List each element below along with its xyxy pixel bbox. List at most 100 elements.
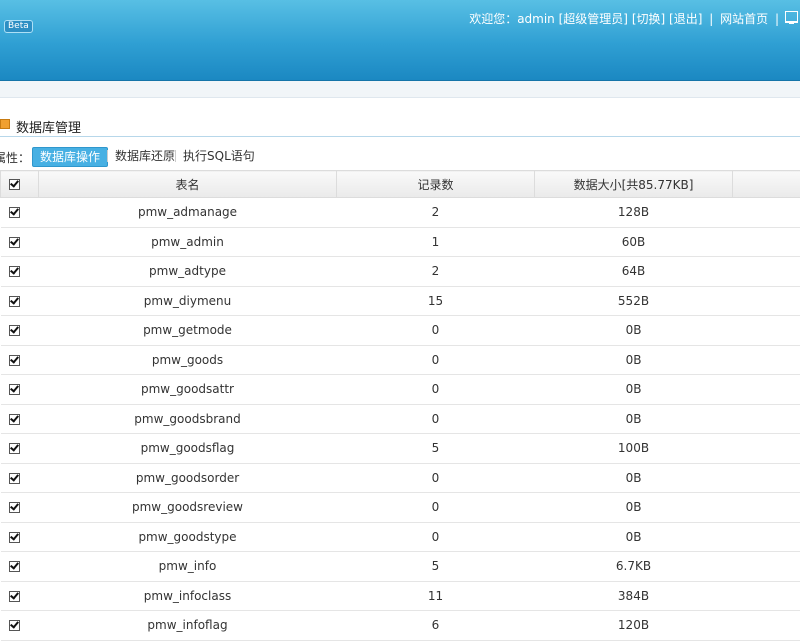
row-checkbox[interactable] <box>9 591 20 602</box>
table-row: pmw_admanage2128B <box>1 198 800 228</box>
tab-db-operations[interactable]: 数据库操作 <box>32 147 108 167</box>
record-count-cell: 0 <box>337 493 535 523</box>
select-all-checkbox[interactable] <box>9 179 20 190</box>
empty-cell <box>733 257 800 287</box>
row-select-cell <box>1 434 39 464</box>
row-select-cell <box>1 227 39 257</box>
page-title: 数据库管理 <box>16 117 81 136</box>
table-row: pmw_infoflag6120B <box>1 611 800 641</box>
top-links: 欢迎您：admin [超级管理员] [切换] [退出] | 网站首页 | <box>469 10 782 27</box>
record-count-cell: 0 <box>337 375 535 405</box>
table-row: pmw_goodsbrand00B <box>1 404 800 434</box>
welcome-text: 欢迎您：admin <box>469 12 555 26</box>
divider <box>175 150 176 162</box>
table-name-cell: pmw_adtype <box>39 257 337 287</box>
row-checkbox[interactable] <box>9 532 20 543</box>
row-select-cell <box>1 316 39 346</box>
empty-cell <box>733 375 800 405</box>
role-link[interactable]: [超级管理员] <box>559 12 628 26</box>
record-count-cell: 1 <box>337 227 535 257</box>
row-select-cell <box>1 493 39 523</box>
tab-db-restore[interactable]: 数据库还原 <box>115 147 175 165</box>
row-select-cell <box>1 522 39 552</box>
table-row: pmw_admin160B <box>1 227 800 257</box>
row-select-cell <box>1 345 39 375</box>
empty-cell <box>733 286 800 316</box>
column-header-name[interactable]: 表名 <box>39 171 337 198</box>
section-header: 数据库管理 <box>0 112 800 137</box>
data-size-cell: 128B <box>535 198 733 228</box>
data-size-cell: 64B <box>535 257 733 287</box>
row-checkbox[interactable] <box>9 384 20 395</box>
table-name-cell: pmw_infoclass <box>39 581 337 611</box>
data-size-cell: 120B <box>535 611 733 641</box>
row-checkbox[interactable] <box>9 355 20 366</box>
row-select-cell <box>1 611 39 641</box>
table-row: pmw_info56.7KB <box>1 552 800 582</box>
column-header-records[interactable]: 记录数 <box>337 171 535 198</box>
record-count-cell: 0 <box>337 345 535 375</box>
table-name-cell: pmw_admin <box>39 227 337 257</box>
column-header-empty <box>733 171 800 198</box>
beta-badge: Beta <box>4 20 33 33</box>
record-count-cell: 15 <box>337 286 535 316</box>
row-checkbox[interactable] <box>9 620 20 631</box>
record-count-cell: 0 <box>337 404 535 434</box>
row-checkbox[interactable] <box>9 473 20 484</box>
section-icon <box>0 119 10 129</box>
row-checkbox[interactable] <box>9 325 20 336</box>
table-row: pmw_goodsflag5100B <box>1 434 800 464</box>
empty-cell <box>733 198 800 228</box>
site-home-link[interactable]: 网站首页 <box>720 12 768 26</box>
empty-cell <box>733 611 800 641</box>
column-header-size[interactable]: 数据大小[共85.77KB] <box>535 171 733 198</box>
row-checkbox[interactable] <box>9 502 20 513</box>
row-select-cell <box>1 198 39 228</box>
data-size-cell: 0B <box>535 316 733 346</box>
table-name-cell: pmw_goodsorder <box>39 463 337 493</box>
record-count-cell: 5 <box>337 552 535 582</box>
logout-link[interactable]: [退出] <box>669 12 702 26</box>
table-name-cell: pmw_goodstype <box>39 522 337 552</box>
row-select-cell <box>1 286 39 316</box>
data-size-cell: 0B <box>535 345 733 375</box>
table-row: pmw_diymenu15552B <box>1 286 800 316</box>
empty-cell <box>733 552 800 582</box>
tab-execute-sql[interactable]: 执行SQL语句 <box>183 147 255 165</box>
table-name-cell: pmw_goodsflag <box>39 434 337 464</box>
empty-cell <box>733 463 800 493</box>
table-name-cell: pmw_getmode <box>39 316 337 346</box>
data-size-cell: 100B <box>535 434 733 464</box>
row-checkbox[interactable] <box>9 296 20 307</box>
data-size-cell: 552B <box>535 286 733 316</box>
row-checkbox[interactable] <box>9 266 20 277</box>
empty-cell <box>733 522 800 552</box>
monitor-icon[interactable] <box>785 11 798 23</box>
switch-link[interactable]: [切换] <box>632 12 665 26</box>
table-name-cell: pmw_goodsbrand <box>39 404 337 434</box>
record-count-cell: 5 <box>337 434 535 464</box>
divider: | <box>709 12 713 26</box>
row-select-cell <box>1 581 39 611</box>
row-checkbox[interactable] <box>9 443 20 454</box>
empty-cell <box>733 434 800 464</box>
row-checkbox[interactable] <box>9 207 20 218</box>
table-row: pmw_goodsattr00B <box>1 375 800 405</box>
empty-cell <box>733 316 800 346</box>
row-checkbox[interactable] <box>9 237 20 248</box>
table-row: pmw_infoclass11384B <box>1 581 800 611</box>
empty-cell <box>733 581 800 611</box>
divider <box>107 150 108 162</box>
row-checkbox[interactable] <box>9 414 20 425</box>
table-row: pmw_adtype264B <box>1 257 800 287</box>
row-checkbox[interactable] <box>9 561 20 572</box>
row-select-cell <box>1 404 39 434</box>
toolbar: 属性： 数据库操作 数据库还原 执行SQL语句 <box>0 146 800 166</box>
table-row: pmw_getmode00B <box>1 316 800 346</box>
row-select-cell <box>1 552 39 582</box>
table-row: pmw_goodsorder00B <box>1 463 800 493</box>
record-count-cell: 2 <box>337 257 535 287</box>
record-count-cell: 0 <box>337 463 535 493</box>
db-table-list: 表名 记录数 数据大小[共85.77KB] pmw_admanage2128Bp… <box>0 170 800 641</box>
data-size-cell: 384B <box>535 581 733 611</box>
